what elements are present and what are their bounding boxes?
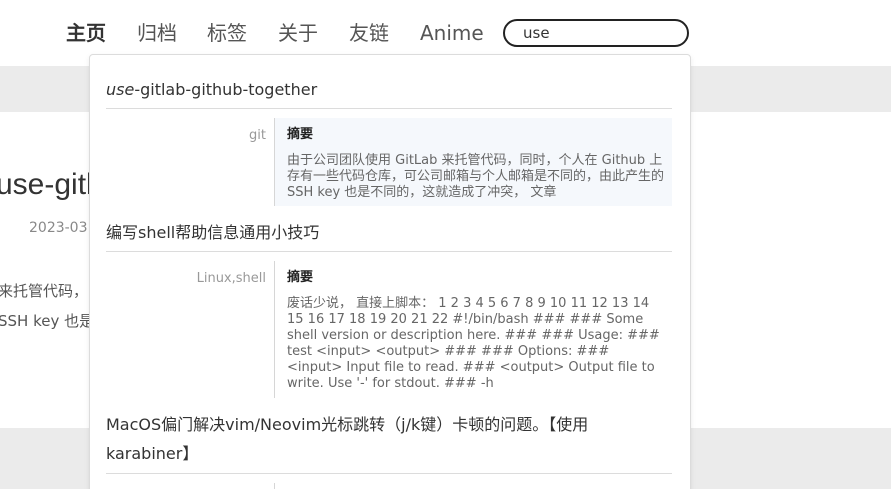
search-result-title[interactable]: MacOS偏门解决vim/Neovim光标跳转（j/k键）卡顿的问题。【使用ka…	[106, 410, 626, 468]
background-post-excerpt: 来托管代码，同	[0, 282, 104, 300]
abstract-text: 废话少说， 直接上脚本： 1 2 3 4 5 6 7 8 9 10 11 12 …	[287, 296, 660, 391]
search-highlight: use	[106, 80, 135, 99]
search-result-tag: git	[249, 128, 266, 143]
nav-item-anime[interactable]: Anime	[420, 20, 484, 46]
divider	[106, 108, 672, 109]
search-result-title[interactable]: use-gitlab-github-together	[106, 76, 317, 104]
background-post-date: 2023-03	[29, 220, 88, 236]
nav-item-friends[interactable]: 友链	[349, 20, 389, 46]
search-result-title-text: -gitlab-github-together	[134, 80, 318, 99]
nav-item-home[interactable]: 主页	[66, 20, 106, 46]
search-result-abstract	[274, 483, 672, 489]
page: use-gitl 2023-03 来托管代码，同 SSH key 也是 主页 归…	[0, 0, 891, 489]
divider	[106, 251, 672, 252]
background-post-excerpt: SSH key 也是	[0, 312, 95, 330]
background-post-title[interactable]: use-gitl	[0, 168, 93, 202]
nav-item-archive[interactable]: 归档	[137, 20, 177, 46]
divider	[106, 473, 672, 474]
search-box[interactable]	[503, 19, 689, 47]
search-results-dropdown: use-gitlab-github-together git 摘要 由于公司团队…	[89, 54, 691, 489]
abstract-text: 由于公司团队使用 GitLab 来托管代码，同时，个人在 Github 上存有一…	[287, 153, 665, 200]
search-input[interactable]	[523, 23, 673, 43]
abstract-label: 摘要	[287, 270, 314, 285]
search-result-title[interactable]: 编写shell帮助信息通用小技巧	[106, 219, 319, 247]
nav-item-tags[interactable]: 标签	[207, 20, 247, 46]
search-result-abstract: 摘要 废话少说， 直接上脚本： 1 2 3 4 5 6 7 8 9 10 11 …	[274, 261, 672, 398]
search-result-abstract: 摘要 由于公司团队使用 GitLab 来托管代码，同时，个人在 Github 上…	[274, 118, 672, 206]
abstract-label: 摘要	[287, 127, 314, 142]
search-result-tag: Linux,shell	[196, 271, 266, 286]
nav-item-about[interactable]: 关于	[278, 20, 318, 46]
